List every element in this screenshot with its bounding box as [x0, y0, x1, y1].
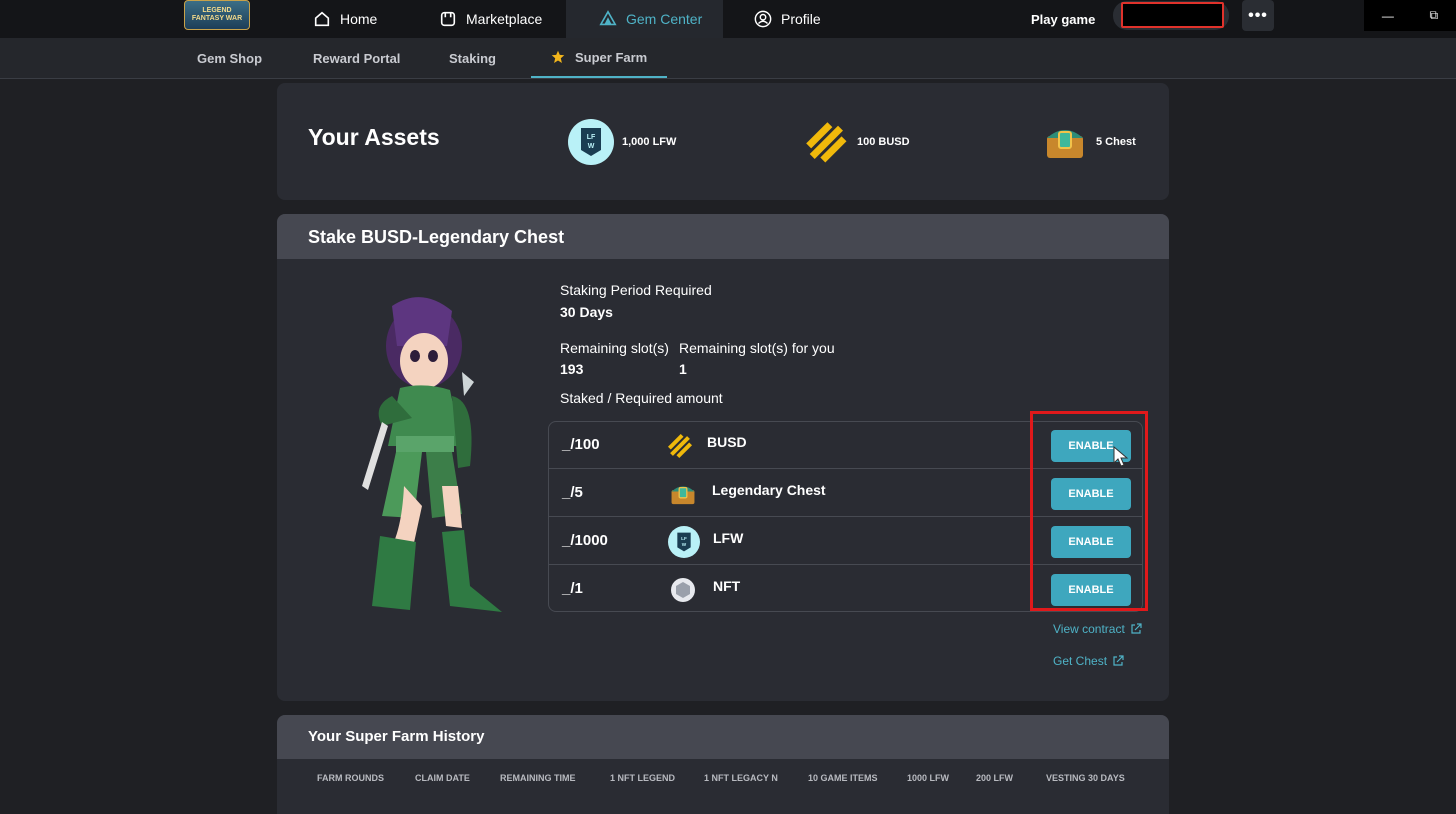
- chest-icon: [669, 480, 697, 508]
- remaining-slots-you-value: 1: [679, 361, 687, 377]
- store-icon: [440, 11, 456, 27]
- lfw-icon: LF W: [668, 526, 700, 558]
- nav-home[interactable]: Home: [313, 0, 377, 38]
- nav-marketplace[interactable]: Marketplace: [439, 0, 542, 38]
- asset-chest-label: 5 Chest: [1096, 136, 1136, 148]
- column-header: CLAIM DATE: [415, 773, 470, 783]
- minimize-icon[interactable]: —: [1382, 9, 1394, 23]
- assets-title: Your Assets: [308, 124, 440, 150]
- svg-text:W: W: [588, 143, 595, 150]
- svg-text:LF: LF: [681, 536, 687, 541]
- view-contract-label: View contract: [1053, 622, 1125, 636]
- remaining-slots-you-label: Remaining slot(s) for you: [679, 340, 835, 356]
- row-amount: _/1000: [562, 532, 608, 549]
- redacted-wallet-address: [1121, 2, 1224, 28]
- history-card: Your Super Farm History FARM ROUNDS CLAI…: [277, 715, 1169, 814]
- highlight-annotation: [1030, 411, 1148, 611]
- restore-icon[interactable]: ⧉: [1430, 8, 1439, 23]
- remaining-slots-label: Remaining slot(s): [560, 340, 669, 356]
- row-token-name: NFT: [713, 578, 741, 594]
- sub-navbar: Gem Shop Reward Portal Staking Super Far…: [0, 38, 1456, 79]
- more-menu-button[interactable]: •••: [1242, 0, 1274, 31]
- row-amount: _/100: [562, 436, 600, 453]
- asset-lfw-label: 1,000 LFW: [622, 136, 677, 148]
- cursor-icon: [1113, 446, 1129, 467]
- asset-busd-label: 100 BUSD: [857, 136, 910, 148]
- character-illustration: [362, 297, 502, 612]
- gem-icon: [599, 10, 617, 26]
- history-title: Your Super Farm History: [308, 728, 485, 745]
- period-value: 30 Days: [560, 304, 613, 320]
- play-game-link[interactable]: Play game: [1031, 0, 1095, 38]
- lfw-icon: LF W: [568, 119, 614, 165]
- amount-label: Staked / Required amount: [560, 390, 723, 406]
- nav-profile[interactable]: Profile: [754, 0, 821, 38]
- column-header: 10 GAME ITEMS: [808, 773, 878, 783]
- tab-staking[interactable]: Staking: [449, 38, 496, 78]
- asset-chest: 5 Chest: [1042, 117, 1136, 167]
- stake-card-title: Stake BUSD-Legendary Chest: [308, 227, 565, 247]
- svg-text:LF: LF: [587, 134, 596, 141]
- column-header: FARM ROUNDS: [317, 773, 384, 783]
- external-link-icon: [1131, 623, 1142, 634]
- row-amount: _/1: [562, 580, 583, 597]
- app-logo[interactable]: LEGEND FANTASY WAR: [184, 0, 250, 30]
- external-link-icon: [1113, 655, 1124, 666]
- top-navbar: LEGEND FANTASY WAR Home Marketplace Gem C…: [0, 0, 1456, 38]
- nav-marketplace-label: Marketplace: [466, 11, 543, 27]
- nav-gem-center-label: Gem Center: [626, 11, 703, 27]
- row-token-name: Legendary Chest: [712, 482, 826, 498]
- period-label: Staking Period Required: [560, 282, 712, 298]
- star-icon: [551, 50, 565, 63]
- column-header: 200 LFW: [976, 773, 1014, 783]
- busd-icon: [803, 119, 849, 165]
- user-icon: [754, 10, 772, 28]
- home-icon: [314, 11, 330, 27]
- chest-icon: [1042, 119, 1088, 165]
- nav-home-label: Home: [340, 11, 378, 27]
- row-amount: _/5: [562, 484, 583, 501]
- get-chest-label: Get Chest: [1053, 654, 1108, 668]
- column-header: 1 NFT LEGACY N: [704, 773, 778, 783]
- window-controls: — ⧉: [1364, 0, 1456, 31]
- asset-busd: 100 BUSD: [803, 117, 910, 167]
- tab-reward-portal[interactable]: Reward Portal: [313, 38, 400, 78]
- row-token-name: BUSD: [707, 434, 747, 450]
- asset-lfw: LF W 1,000 LFW: [568, 117, 676, 167]
- remaining-slots-value: 193: [560, 361, 584, 377]
- busd-icon: [666, 432, 694, 460]
- nav-profile-label: Profile: [781, 11, 821, 27]
- nav-gem-center[interactable]: Gem Center: [566, 0, 723, 38]
- tab-super-farm-label: Super Farm: [575, 49, 648, 65]
- column-header: 1 NFT LEGEND: [610, 773, 676, 783]
- column-header: REMAINING TIME: [500, 773, 576, 783]
- svg-text:W: W: [682, 542, 687, 547]
- tab-super-farm[interactable]: Super Farm: [531, 38, 667, 78]
- get-chest-link[interactable]: Get Chest: [1053, 654, 1124, 668]
- nft-icon: [669, 576, 697, 604]
- column-header: 1000 LFW: [907, 773, 950, 783]
- tab-gem-shop[interactable]: Gem Shop: [197, 38, 262, 78]
- column-header: VESTING 30 DAYS: [1046, 773, 1125, 783]
- view-contract-link[interactable]: View contract: [1053, 622, 1142, 636]
- row-token-name: LFW: [713, 530, 744, 546]
